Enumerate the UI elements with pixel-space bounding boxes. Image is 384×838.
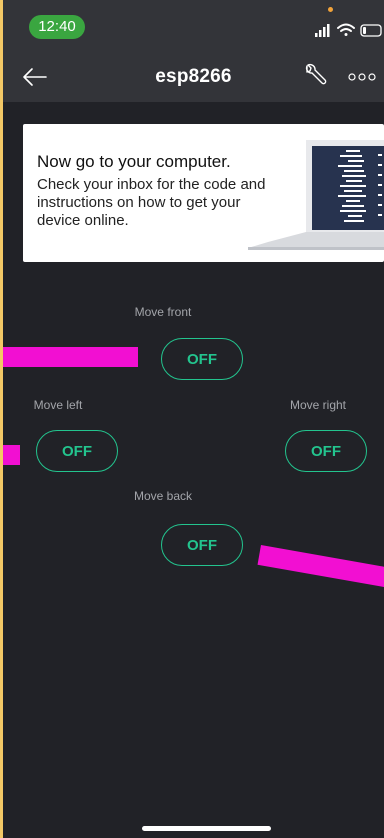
status-icons <box>315 23 382 37</box>
annotation-arrow-left <box>3 445 20 465</box>
toggle-move-front[interactable]: OFF <box>161 338 243 380</box>
wrench-icon[interactable] <box>300 62 328 90</box>
label-move-back: Move back <box>133 489 193 503</box>
label-move-right: Move right <box>289 398 347 412</box>
label-move-front: Move front <box>134 305 192 319</box>
status-bar: 12:40 <box>3 0 384 52</box>
status-time: 12:40 <box>29 15 85 39</box>
annotation-arrow-front <box>3 347 138 367</box>
more-dots-icon[interactable] <box>348 72 376 82</box>
toggle-move-left[interactable]: OFF <box>36 430 118 472</box>
home-indicator <box>142 826 271 831</box>
app-screen: 12:40 esp8266 Now go to your computer. C… <box>3 0 384 838</box>
privacy-indicator-dot <box>328 7 333 12</box>
wifi-icon <box>337 23 355 36</box>
label-move-left: Move left <box>33 398 83 412</box>
card-title: Now go to your computer. <box>37 152 231 171</box>
onboarding-card: Now go to your computer. Check your inbo… <box>23 124 384 262</box>
laptop-code-illustration <box>248 140 384 250</box>
annotation-arrow-back <box>257 545 384 589</box>
toggle-move-back[interactable]: OFF <box>161 524 243 566</box>
toggle-move-right[interactable]: OFF <box>285 430 367 472</box>
nav-bar: esp8266 <box>3 52 384 102</box>
signal-icon <box>315 24 330 37</box>
battery-icon <box>360 24 382 37</box>
